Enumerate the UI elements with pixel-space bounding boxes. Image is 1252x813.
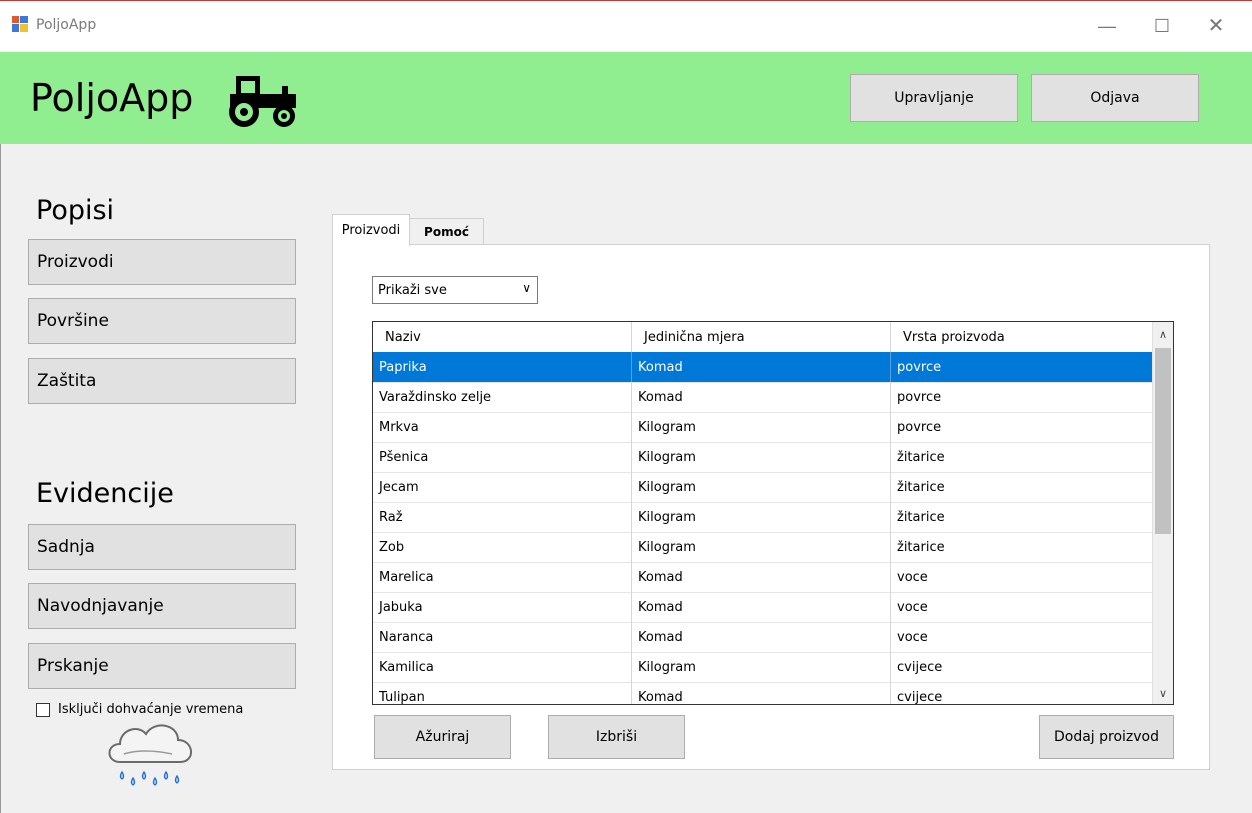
- cell-naziv: Kamilica: [373, 652, 632, 682]
- table-row[interactable]: Mrkva Kilogram povrce: [373, 412, 1153, 443]
- update-button[interactable]: Ažuriraj: [374, 715, 511, 759]
- cell-vrsta: povrce: [891, 352, 1153, 382]
- products-table[interactable]: Naziv Jedinična mjera Vrsta proizvoda Pa…: [372, 321, 1174, 705]
- window-title: PoljoApp: [36, 17, 97, 33]
- cell-mjera: Komad: [632, 592, 891, 622]
- cell-vrsta: žitarice: [891, 502, 1153, 532]
- cell-naziv: Marelica: [373, 562, 632, 592]
- rain-cloud-icon: [108, 724, 192, 786]
- cell-mjera: Komad: [632, 382, 891, 412]
- app-header: PoljoApp Upravljanje Odjava: [0, 52, 1252, 144]
- column-header-naziv[interactable]: Naziv: [373, 322, 632, 352]
- cell-naziv: Paprika: [373, 352, 632, 382]
- delete-button[interactable]: Izbriši: [548, 715, 685, 759]
- cell-vrsta: cvijece: [891, 682, 1153, 704]
- column-header-vrsta-proizvoda[interactable]: Vrsta proizvoda: [891, 322, 1153, 352]
- cell-naziv: Jecam: [373, 472, 632, 502]
- cell-naziv: Jabuka: [373, 592, 632, 622]
- window-titlebar: PoljoApp — ☐ ✕: [0, 0, 1252, 53]
- add-product-button[interactable]: Dodaj proizvod: [1039, 715, 1174, 759]
- cell-mjera: Kilogram: [632, 472, 891, 502]
- sidebar-item-navodnjavanje[interactable]: Navodnjavanje: [28, 583, 296, 629]
- cell-mjera: Kilogram: [632, 442, 891, 472]
- table-row[interactable]: Varaždinsko zelje Komad povrce: [373, 382, 1153, 413]
- sidebar-item-povrsine[interactable]: Površine: [28, 298, 296, 344]
- weather-fetch-checkbox[interactable]: Isključi dohvaćanje vremena: [36, 702, 243, 717]
- cell-mjera: Komad: [632, 682, 891, 704]
- tab-proizvodi[interactable]: Proizvodi: [332, 214, 410, 246]
- cell-naziv: Zob: [373, 532, 632, 562]
- sidebar-item-zastita[interactable]: Zaštita: [28, 358, 296, 404]
- checkbox-box[interactable]: [36, 702, 50, 717]
- window-left-border: [0, 144, 1, 813]
- chevron-down-icon[interactable]: ∨: [522, 281, 531, 295]
- minimize-button[interactable]: —: [1092, 13, 1122, 39]
- cell-naziv: Tulipan: [373, 682, 632, 704]
- cell-mjera: Komad: [632, 352, 891, 382]
- chevron-down-icon[interactable]: ∨: [1153, 687, 1173, 700]
- management-button[interactable]: Upravljanje: [850, 74, 1018, 122]
- cell-naziv: Pšenica: [373, 442, 632, 472]
- table-row[interactable]: Raž Kilogram žitarice: [373, 502, 1153, 533]
- product-filter-select[interactable]: Prikaži sve ∨: [372, 276, 538, 304]
- cell-mjera: Kilogram: [632, 412, 891, 442]
- cell-naziv: Naranca: [373, 622, 632, 652]
- cell-mjera: Komad: [632, 562, 891, 592]
- app-icon: [12, 16, 28, 32]
- cell-vrsta: cvijece: [891, 652, 1153, 682]
- cell-naziv: Mrkva: [373, 412, 632, 442]
- cell-vrsta: voce: [891, 592, 1153, 622]
- tractor-icon: [229, 76, 296, 127]
- cell-vrsta: žitarice: [891, 442, 1153, 472]
- cell-vrsta: voce: [891, 562, 1153, 592]
- cell-vrsta: žitarice: [891, 472, 1153, 502]
- maximize-button[interactable]: ☐: [1147, 13, 1177, 39]
- cell-mjera: Komad: [632, 622, 891, 652]
- table-row[interactable]: Tulipan Komad cvijece: [373, 682, 1153, 704]
- sidebar-item-prskanje[interactable]: Prskanje: [28, 643, 296, 689]
- logout-button[interactable]: Odjava: [1031, 74, 1199, 122]
- table-row[interactable]: Paprika Komad povrce: [373, 352, 1153, 383]
- weather-checkbox-label: Isključi dohvaćanje vremena: [58, 702, 244, 717]
- filter-selected-value: Prikaži sve: [378, 283, 447, 298]
- sidebar-item-sadnja[interactable]: Sadnja: [28, 524, 296, 570]
- cell-mjera: Kilogram: [632, 532, 891, 562]
- table-row[interactable]: Jabuka Komad voce: [373, 592, 1153, 623]
- cell-naziv: Varaždinsko zelje: [373, 382, 632, 412]
- table-row[interactable]: Pšenica Kilogram žitarice: [373, 442, 1153, 473]
- popisi-section-title: Popisi: [36, 195, 115, 226]
- tab-pomoc[interactable]: Pomoć: [409, 218, 484, 245]
- column-header-jedinicna-mjera[interactable]: Jedinična mjera: [632, 322, 891, 352]
- table-row[interactable]: Naranca Komad voce: [373, 622, 1153, 653]
- table-row[interactable]: Zob Kilogram žitarice: [373, 532, 1153, 563]
- app-logo-text: PoljoApp: [30, 76, 194, 120]
- cell-mjera: Kilogram: [632, 502, 891, 532]
- cell-naziv: Raž: [373, 502, 632, 532]
- close-button[interactable]: ✕: [1201, 13, 1231, 39]
- evidencije-section-title: Evidencije: [36, 478, 174, 509]
- table-row[interactable]: Kamilica Kilogram cvijece: [373, 652, 1153, 683]
- table-row[interactable]: Marelica Komad voce: [373, 562, 1153, 593]
- cell-mjera: Kilogram: [632, 652, 891, 682]
- cell-vrsta: povrce: [891, 412, 1153, 442]
- chevron-up-icon[interactable]: ∧: [1153, 328, 1173, 341]
- sidebar-item-proizvodi[interactable]: Proizvodi: [28, 239, 296, 285]
- table-header: Naziv Jedinična mjera Vrsta proizvoda: [373, 322, 1153, 353]
- cell-vrsta: povrce: [891, 382, 1153, 412]
- table-row[interactable]: Jecam Kilogram žitarice: [373, 472, 1153, 503]
- cell-vrsta: voce: [891, 622, 1153, 652]
- cell-vrsta: žitarice: [891, 532, 1153, 562]
- table-vertical-scrollbar[interactable]: ∧ ∨: [1152, 322, 1173, 704]
- scrollbar-thumb[interactable]: [1155, 348, 1171, 534]
